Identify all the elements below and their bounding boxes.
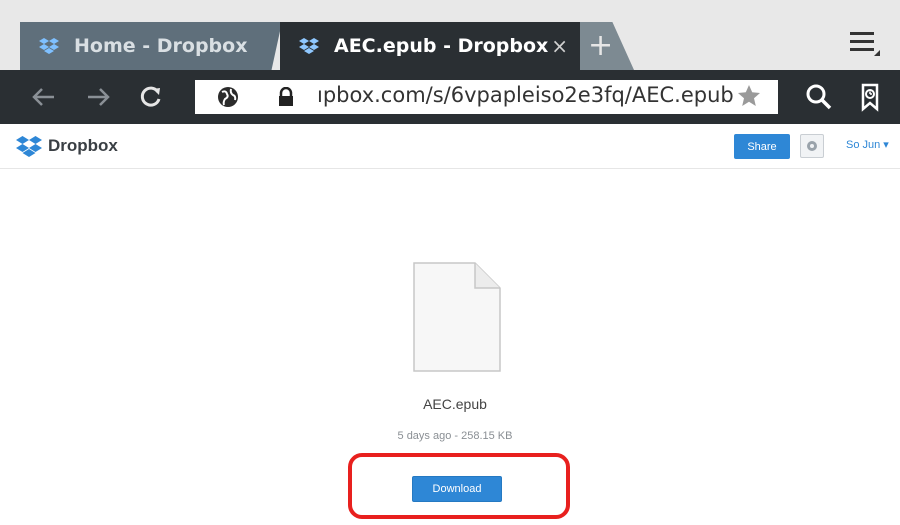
user-menu[interactable]: So Jun ▾ — [846, 138, 889, 151]
settings-button[interactable] — [800, 134, 824, 158]
url-text[interactable]: ıpbox.com/s/6vpapleiso2e3fq/AEC.epub?m — [317, 83, 735, 107]
back-arrow-icon[interactable] — [20, 70, 66, 124]
share-button[interactable]: Share — [734, 134, 790, 159]
tab-aec-epub[interactable]: AEC.epub - Dropbox × — [280, 22, 580, 70]
search-icon[interactable] — [802, 80, 836, 114]
menu-icon[interactable] — [848, 28, 882, 58]
dropbox-icon — [38, 35, 60, 57]
file-name: AEC.epub — [423, 396, 487, 412]
globe-icon[interactable] — [217, 86, 239, 108]
dropbox-logo[interactable]: Dropbox — [16, 135, 118, 157]
plus-icon: + — [588, 28, 614, 63]
tab-home-dropbox[interactable]: Home - Dropbox — [20, 22, 282, 70]
star-icon[interactable] — [736, 83, 762, 109]
new-tab-button[interactable]: + — [580, 22, 634, 70]
bookmark-icon[interactable] — [853, 80, 887, 114]
tab-title: Home - Dropbox — [74, 35, 248, 57]
tab-title: AEC.epub - Dropbox — [334, 35, 549, 57]
dropbox-header: Dropbox Share So Jun ▾ — [0, 124, 900, 169]
highlight-box — [348, 453, 570, 519]
forward-arrow-icon[interactable] — [76, 70, 122, 124]
address-bar[interactable]: ıpbox.com/s/6vpapleiso2e3fq/AEC.epub?m — [195, 80, 778, 114]
reload-icon[interactable] — [128, 70, 174, 124]
gear-icon — [807, 141, 817, 151]
logo-text: Dropbox — [48, 136, 118, 155]
lock-icon — [277, 86, 295, 107]
dropbox-icon — [298, 35, 320, 57]
dropbox-icon — [16, 136, 42, 157]
tab-strip: Home - Dropbox AEC.epub - Dropbox × + — [0, 0, 900, 70]
file-icon — [413, 262, 501, 372]
file-meta: 5 days ago - 258.15 KB — [397, 430, 513, 442]
close-tab-icon[interactable]: × — [551, 34, 568, 58]
